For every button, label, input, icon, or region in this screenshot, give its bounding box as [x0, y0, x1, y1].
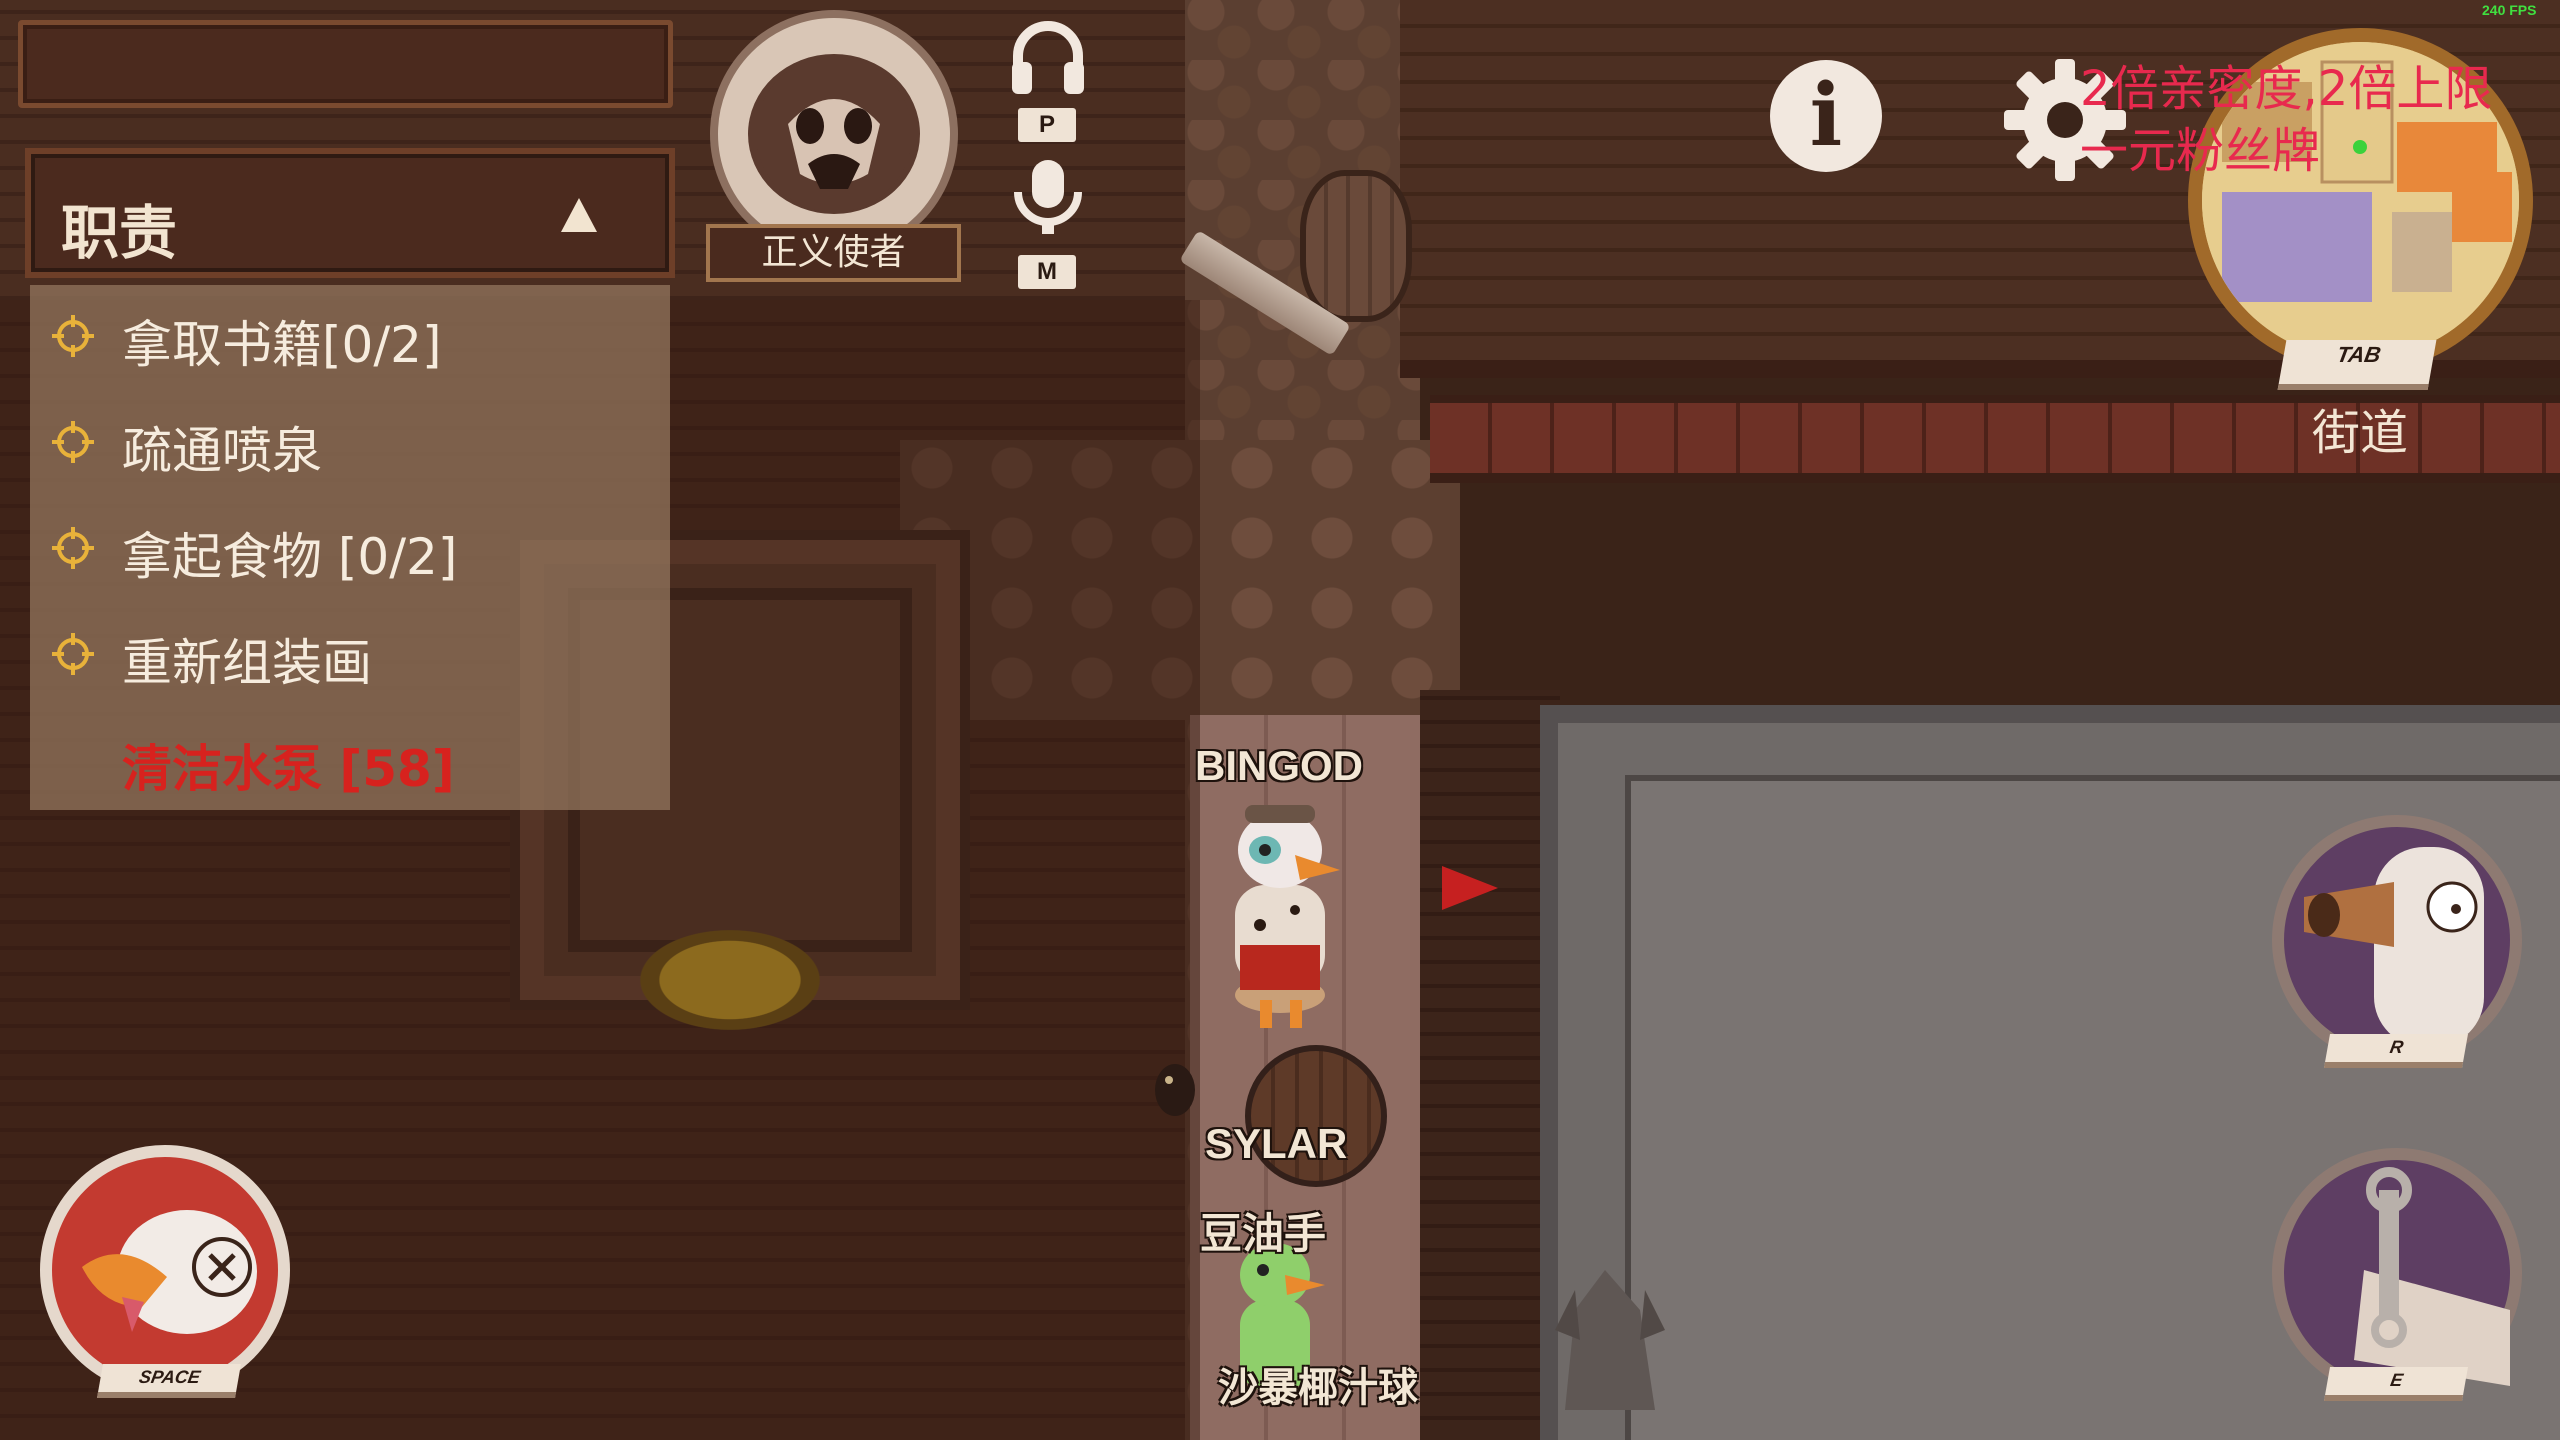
minimap-key: TAB: [2277, 340, 2437, 390]
dead-goose-icon: [82, 1210, 257, 1334]
task-label-urgent: 清洁水泵 [58]: [122, 740, 455, 798]
use-button[interactable]: [2272, 1148, 2522, 1398]
task-list-title: 职责: [61, 199, 178, 267]
top-status-bar: [18, 20, 673, 108]
target-icon: [52, 633, 94, 675]
fps-counter: 240 FPS: [2482, 2, 2537, 18]
role-name: 正义使者: [706, 224, 961, 282]
task-item[interactable]: 拿起食物 [0/2]: [30, 497, 670, 603]
overlay-line-1: 2倍亲密度,2倍上限: [2080, 61, 2493, 117]
honk-button[interactable]: [2272, 815, 2522, 1065]
use-key: E: [2324, 1367, 2468, 1401]
role-badge[interactable]: [710, 10, 958, 258]
collapse-arrow-icon[interactable]: [561, 198, 597, 232]
task-label: 重新组装画: [122, 634, 372, 692]
task-item[interactable]: 重新组装画: [30, 603, 670, 709]
player-name-shabao: 沙暴椰汁球: [1218, 1365, 1418, 1411]
info-icon: i: [1809, 65, 1843, 166]
target-icon: [52, 527, 94, 569]
player-name-douyoushou: 豆油手: [1200, 1209, 1327, 1258]
well: [640, 930, 820, 1030]
honk-key: R: [2324, 1034, 2468, 1068]
headset-key: P: [1018, 108, 1076, 142]
player-name-sylar: SYLAR: [1205, 1120, 1348, 1167]
task-list: 拿取书籍[0/2] 疏通喷泉 拿起食物 [0/2] 重新组装画 清洁水泵 [58…: [30, 285, 670, 810]
task-item[interactable]: 疏通喷泉: [30, 391, 670, 497]
microphone-key: M: [1018, 255, 1076, 289]
task-pointer-arrow: [1442, 866, 1498, 910]
player-goose-bingod[interactable]: [1205, 795, 1355, 1035]
headset-icon[interactable]: [1008, 18, 1088, 98]
wrench-hand-icon: [2354, 1167, 2510, 1386]
task-label: 拿取书籍[0/2]: [122, 316, 442, 374]
building-wall: [1420, 690, 1560, 1440]
task-item[interactable]: 拿取书籍[0/2]: [30, 285, 670, 391]
report-button[interactable]: [40, 1145, 290, 1395]
player-name-bingod: BINGOD: [1195, 742, 1363, 789]
task-label: 拿起食物 [0/2]: [122, 528, 458, 586]
target-icon: [52, 315, 94, 357]
report-key: SPACE: [97, 1364, 241, 1398]
task-label: 疏通喷泉: [122, 422, 322, 480]
current-location: 街道: [2311, 405, 2408, 461]
stream-overlay-text: 2倍亲密度,2倍上限 一元粉丝牌: [2080, 58, 2492, 182]
info-button[interactable]: i: [1770, 60, 1882, 172]
task-list-header[interactable]: 职责: [25, 148, 675, 278]
gargoyle-statue: [1555, 1270, 1665, 1410]
barrel: [1300, 170, 1412, 322]
overlay-line-2: 一元粉丝牌: [2080, 123, 2321, 179]
crow-pet: [1155, 1064, 1195, 1116]
task-item-urgent[interactable]: 清洁水泵 [58]: [30, 709, 670, 815]
vigilante-mask-icon: [748, 54, 920, 214]
honk-goose-icon: [2304, 847, 2484, 1047]
microphone-icon[interactable]: [1008, 158, 1088, 238]
target-icon: [52, 421, 94, 463]
